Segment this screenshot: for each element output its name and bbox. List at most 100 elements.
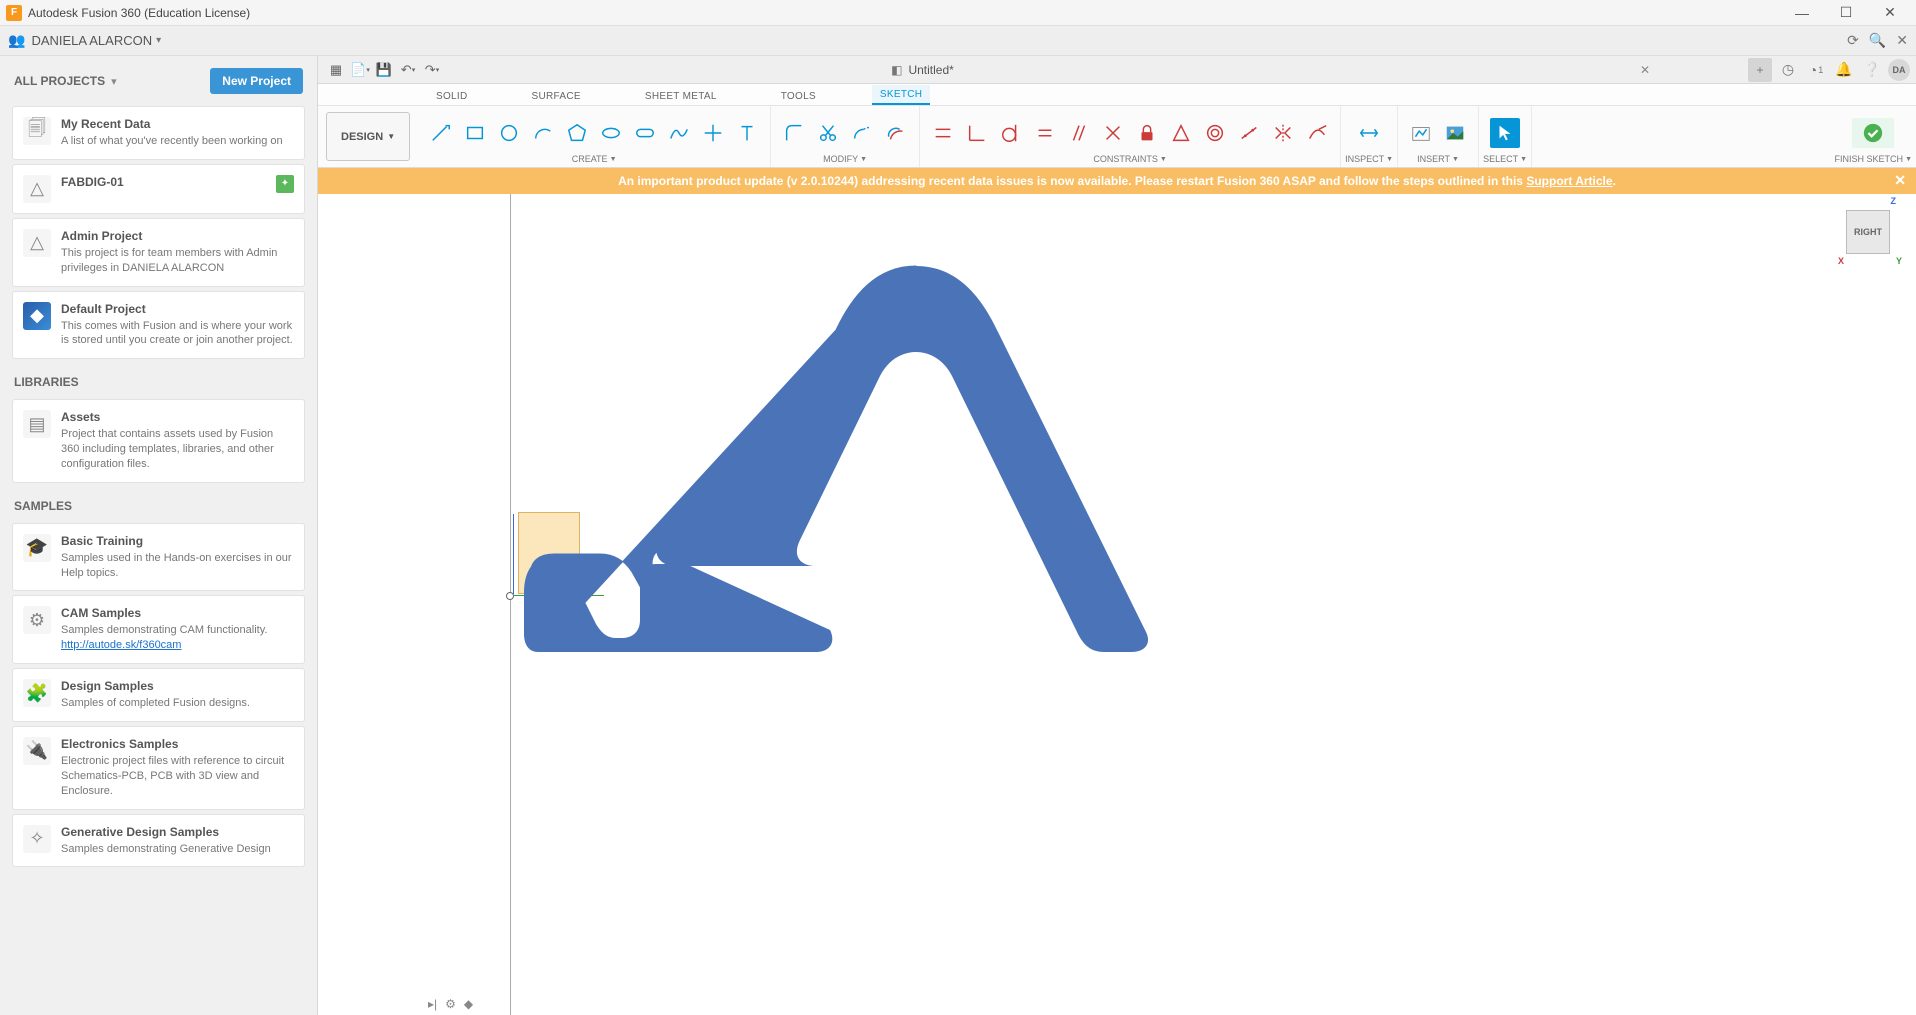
tab-sheet-metal[interactable]: SHEET METAL: [637, 87, 725, 105]
timeline-marker-icon[interactable]: ◆: [464, 997, 473, 1011]
search-icon[interactable]: 🔍: [1869, 32, 1886, 49]
sample-card-generative[interactable]: ✧ Generative Design Samples Samples demo…: [12, 814, 305, 868]
fillet-tool-icon[interactable]: [779, 118, 809, 148]
curvature-constraint-icon[interactable]: [1302, 118, 1332, 148]
sample-card-electronics[interactable]: 🔌 Electronics Samples Electronic project…: [12, 726, 305, 810]
timeline-controls[interactable]: ▸| ⚙ ◆: [428, 997, 473, 1011]
help-icon[interactable]: ❔: [1860, 58, 1884, 82]
save-icon[interactable]: 💾: [372, 58, 396, 82]
horizontal-vertical-constraint-icon[interactable]: [928, 118, 958, 148]
project-card-admin[interactable]: △ Admin Project This project is for team…: [12, 218, 305, 287]
tab-tools[interactable]: TOOLS: [773, 87, 824, 105]
workspace-switcher[interactable]: DESIGN ▼: [326, 112, 410, 161]
window-maximize-button[interactable]: ☐: [1824, 0, 1868, 26]
sample-card-cam[interactable]: ⚙ CAM Samples Samples demonstrating CAM …: [12, 595, 305, 664]
point-tool-icon[interactable]: [698, 118, 728, 148]
extend-tool-icon[interactable]: [847, 118, 877, 148]
inspect-tool-icon[interactable]: [1354, 118, 1384, 148]
origin-point[interactable]: [506, 592, 514, 600]
view-cube-face[interactable]: RIGHT: [1846, 210, 1890, 254]
fix-constraint-icon[interactable]: [1132, 118, 1162, 148]
trim-tool-icon[interactable]: [813, 118, 843, 148]
card-desc: This comes with Fusion and is where your…: [61, 319, 294, 349]
finish-sketch-label[interactable]: FINISH SKETCH▼: [1835, 154, 1912, 167]
documents-icon: 🗐: [23, 117, 51, 145]
midpoint-constraint-icon[interactable]: [1166, 118, 1196, 148]
tab-sketch[interactable]: SKETCH: [872, 85, 930, 105]
project-card-fabdig[interactable]: △ FABDIG-01 ✦: [12, 164, 305, 214]
insert-group-label[interactable]: INSERT▼: [1417, 154, 1459, 167]
close-panel-icon[interactable]: ✕: [1896, 32, 1908, 49]
spline-tool-icon[interactable]: [664, 118, 694, 148]
document-tab[interactable]: ◧ Untitled*: [791, 63, 1054, 77]
job-status-icon[interactable]: ◔1: [1804, 58, 1828, 82]
perpendicular-constraint-icon[interactable]: [1098, 118, 1128, 148]
z-axis-line: [513, 514, 514, 594]
libraries-section-label: LIBRARIES: [0, 363, 317, 395]
insert-svg-icon[interactable]: [1406, 118, 1436, 148]
document-cube-icon: ◧: [891, 63, 902, 77]
refresh-icon[interactable]: ⟳: [1847, 32, 1859, 49]
project-card-default[interactable]: ◆ Default Project This comes with Fusion…: [12, 291, 305, 360]
timeline-play-icon[interactable]: ▸|: [428, 997, 437, 1011]
cam-link[interactable]: http://autode.sk/f360cam: [61, 639, 181, 651]
active-badge-icon: ✦: [276, 175, 294, 193]
library-card-assets[interactable]: ▤ Assets Project that contains assets us…: [12, 399, 305, 483]
close-banner-icon[interactable]: ✕: [1894, 172, 1906, 189]
timeline-settings-icon[interactable]: ⚙: [445, 997, 456, 1011]
chevron-down-icon[interactable]: ▾: [156, 35, 161, 46]
grid-apps-icon[interactable]: ▦: [324, 58, 348, 82]
inspect-group-label[interactable]: INSPECT▼: [1345, 154, 1393, 167]
text-tool-icon[interactable]: [732, 118, 762, 148]
finish-sketch-button[interactable]: [1852, 118, 1894, 148]
equal-constraint-icon[interactable]: [1030, 118, 1060, 148]
coincident-constraint-icon[interactable]: [962, 118, 992, 148]
select-tool-icon[interactable]: [1490, 118, 1520, 148]
offset-tool-icon[interactable]: [881, 118, 911, 148]
sample-card-design[interactable]: 🧩 Design Samples Samples of completed Fu…: [12, 668, 305, 722]
rectangle-tool-icon[interactable]: [460, 118, 490, 148]
window-minimize-button[interactable]: ―: [1780, 0, 1824, 26]
view-cube[interactable]: Z RIGHT X Y: [1844, 204, 1900, 260]
project-card-recent[interactable]: 🗐 My Recent Data A list of what you've r…: [12, 106, 305, 160]
close-tab-icon[interactable]: ✕: [1634, 59, 1656, 81]
parallel-constraint-icon[interactable]: [1064, 118, 1094, 148]
team-icon: 👥: [8, 32, 25, 49]
undo-icon[interactable]: ↶▾: [396, 58, 420, 82]
all-projects-label[interactable]: ALL PROJECTS: [14, 74, 105, 88]
file-menu-icon[interactable]: 📄▾: [348, 58, 372, 82]
circle-tool-icon[interactable]: [494, 118, 524, 148]
arc-tool-icon[interactable]: [528, 118, 558, 148]
polygon-tool-icon[interactable]: [562, 118, 592, 148]
viewport[interactable]: Z RIGHT X Y ▸| ⚙ ◆: [318, 194, 1916, 1015]
axis-y-label: Y: [1896, 256, 1902, 266]
select-group-label[interactable]: SELECT▼: [1483, 154, 1527, 167]
notifications-icon[interactable]: 🔔: [1832, 58, 1856, 82]
concentric-constraint-icon[interactable]: [1200, 118, 1230, 148]
ellipse-tool-icon[interactable]: [596, 118, 626, 148]
window-close-button[interactable]: ✕: [1868, 0, 1912, 26]
create-group-label[interactable]: CREATE▼: [572, 154, 617, 167]
banner-link[interactable]: Support Article: [1526, 174, 1612, 188]
chevron-down-icon[interactable]: ▾: [111, 75, 117, 88]
collinear-constraint-icon[interactable]: [1234, 118, 1264, 148]
quick-access-toolbar: ▦ 📄▾ 💾 ↶▾ ↷▾ ◧ Untitled* ✕ + ◷ ◔1 🔔 ❔ DA: [318, 56, 1916, 84]
user-bar: 👥 DANIELA ALARCON ▾ ⟳ 🔍 ✕: [0, 26, 1916, 56]
new-tab-button[interactable]: +: [1748, 58, 1772, 82]
modify-group-label[interactable]: MODIFY▼: [823, 154, 867, 167]
tangent-constraint-icon[interactable]: [996, 118, 1026, 148]
new-project-button[interactable]: New Project: [210, 68, 303, 94]
user-avatar[interactable]: DA: [1888, 59, 1910, 81]
redo-icon[interactable]: ↷▾: [420, 58, 444, 82]
extensions-icon[interactable]: ◷: [1776, 58, 1800, 82]
insert-image-icon[interactable]: [1440, 118, 1470, 148]
line-tool-icon[interactable]: [426, 118, 456, 148]
team-name[interactable]: DANIELA ALARCON: [31, 33, 152, 48]
constraints-group-label[interactable]: CONSTRAINTS▼: [1093, 154, 1166, 167]
sketch-shape[interactable]: [516, 264, 1156, 664]
tab-solid[interactable]: SOLID: [428, 87, 476, 105]
tab-surface[interactable]: SURFACE: [524, 87, 589, 105]
symmetry-constraint-icon[interactable]: [1268, 118, 1298, 148]
slot-tool-icon[interactable]: [630, 118, 660, 148]
sample-card-basic-training[interactable]: 🎓 Basic Training Samples used in the Han…: [12, 523, 305, 592]
